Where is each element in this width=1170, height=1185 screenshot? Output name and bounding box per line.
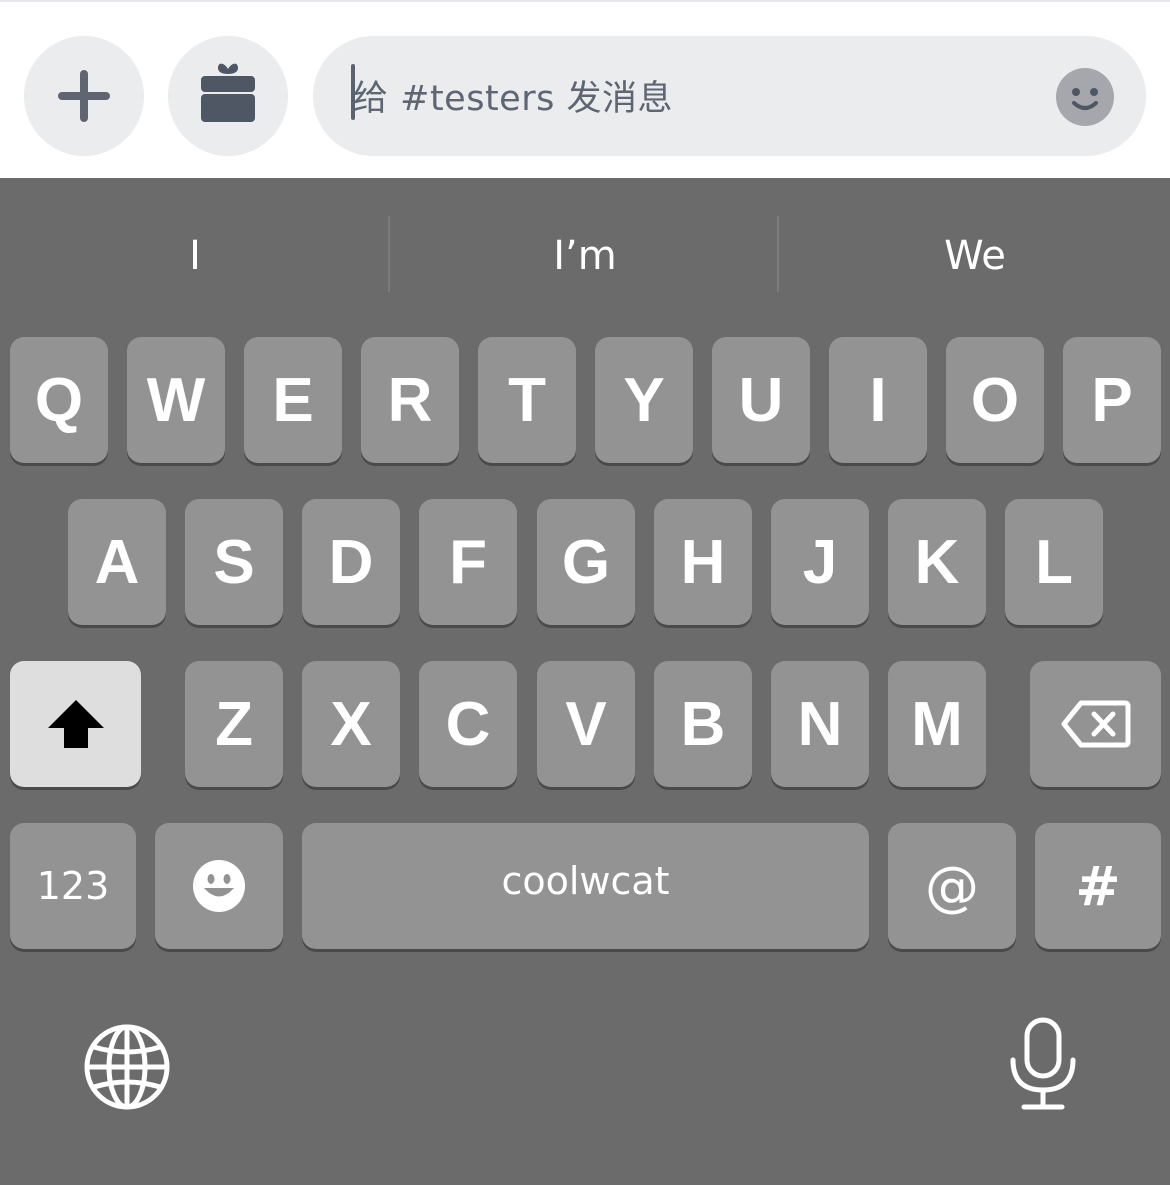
delete-key[interactable]: [1030, 661, 1161, 787]
numbers-key-label: 123: [36, 864, 110, 908]
key-c[interactable]: C: [419, 661, 517, 787]
at-key-label: @: [925, 854, 979, 918]
suggestion-3[interactable]: We: [780, 178, 1170, 334]
key-v[interactable]: V: [537, 661, 635, 787]
key-m[interactable]: M: [888, 661, 986, 787]
key-f[interactable]: F: [419, 499, 517, 625]
key-n[interactable]: N: [771, 661, 869, 787]
emoji-key[interactable]: [155, 823, 283, 949]
key-p[interactable]: P: [1063, 337, 1161, 463]
gift-button[interactable]: [168, 36, 288, 156]
numbers-key[interactable]: 123: [10, 823, 136, 949]
add-attachment-button[interactable]: [24, 36, 144, 156]
key-o[interactable]: O: [946, 337, 1044, 463]
gift-icon: [201, 63, 255, 122]
key-q[interactable]: Q: [10, 337, 108, 463]
on-screen-keyboard: I I’m We Q W E R T Y U I O P A S D F G H…: [0, 178, 1170, 1185]
plus-icon: [58, 70, 110, 122]
message-composer: 给 #testers 发消息: [0, 0, 1170, 178]
message-input[interactable]: 给 #testers 发消息: [313, 36, 1146, 156]
suggestion-divider: [777, 216, 779, 292]
key-a[interactable]: A: [68, 499, 166, 625]
key-j[interactable]: J: [771, 499, 869, 625]
suggestion-2[interactable]: I’m: [390, 178, 780, 334]
key-e[interactable]: E: [244, 337, 342, 463]
backspace-icon: [1061, 700, 1130, 748]
key-b[interactable]: B: [654, 661, 752, 787]
key-x[interactable]: X: [302, 661, 400, 787]
space-key[interactable]: coolwcat: [302, 823, 869, 949]
message-placeholder: 给 #testers 发消息: [353, 79, 673, 119]
key-h[interactable]: H: [654, 499, 752, 625]
hash-key-label: #: [1075, 854, 1121, 918]
key-g[interactable]: G: [537, 499, 635, 625]
key-i[interactable]: I: [829, 337, 927, 463]
smile-icon[interactable]: [1055, 67, 1115, 127]
key-s[interactable]: S: [185, 499, 283, 625]
key-y[interactable]: Y: [595, 337, 693, 463]
hash-key[interactable]: #: [1035, 823, 1161, 949]
microphone-icon[interactable]: [1006, 1016, 1080, 1112]
key-t[interactable]: T: [478, 337, 576, 463]
key-u[interactable]: U: [712, 337, 810, 463]
key-r[interactable]: R: [361, 337, 459, 463]
key-k[interactable]: K: [888, 499, 986, 625]
key-w[interactable]: W: [127, 337, 225, 463]
globe-icon[interactable]: [83, 1023, 171, 1111]
key-l[interactable]: L: [1005, 499, 1103, 625]
key-z[interactable]: Z: [185, 661, 283, 787]
shift-key[interactable]: [10, 661, 141, 787]
shift-arrow-icon: [47, 700, 104, 748]
at-key[interactable]: @: [888, 823, 1016, 949]
key-d[interactable]: D: [302, 499, 400, 625]
suggestion-1[interactable]: I: [0, 178, 390, 334]
emoji-icon: [193, 860, 245, 912]
